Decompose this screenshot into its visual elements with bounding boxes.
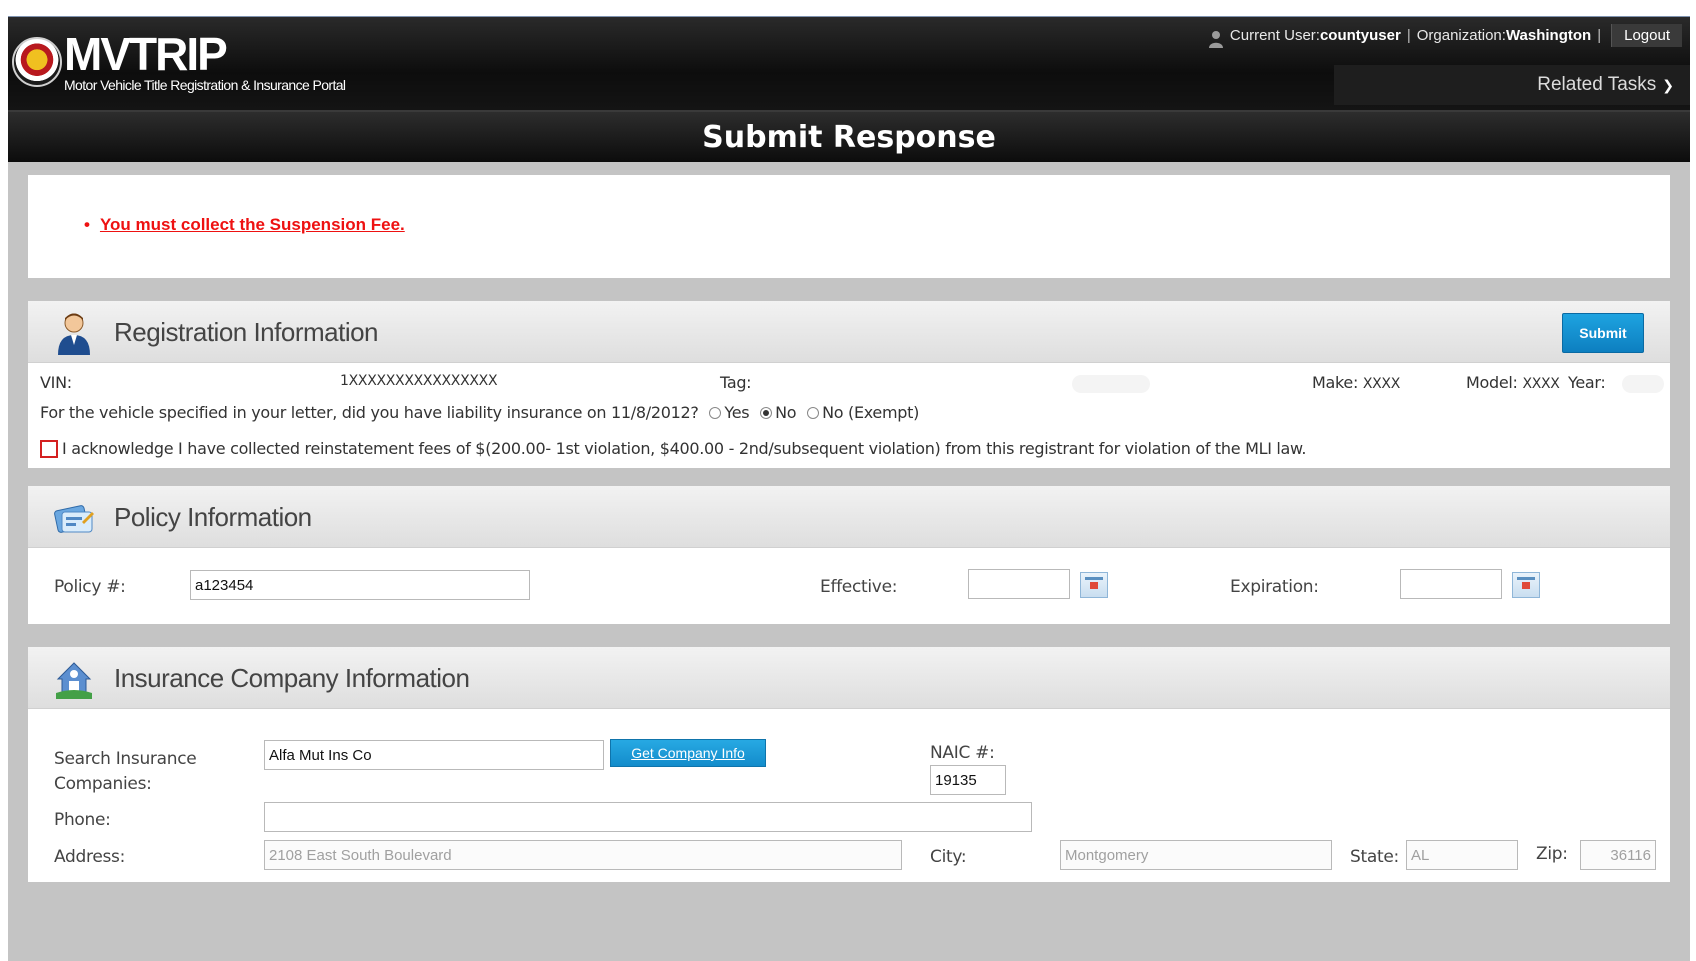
city-label: City: [930, 847, 967, 867]
tag-label: Tag: [720, 373, 752, 392]
registration-header: Registration Information Submit [28, 301, 1670, 363]
chevron-down-icon: ❯ [1662, 76, 1674, 93]
radio-yes[interactable] [709, 407, 722, 419]
zip-input[interactable] [1580, 840, 1656, 870]
calendar-icon[interactable] [1080, 572, 1108, 598]
policy-header: Policy Information [28, 486, 1670, 548]
current-user-value: countyuser [1319, 26, 1401, 44]
expiration-label: Expiration: [1230, 577, 1319, 597]
naic-input[interactable] [930, 765, 1006, 795]
redacted-year [1622, 375, 1664, 393]
app-window: MVTRIP Motor Vehicle Title Registration … [8, 16, 1690, 961]
acknowledge-checkbox[interactable] [40, 440, 58, 458]
policy-number-label: Policy #: [54, 577, 126, 597]
policy-title: Policy Information [114, 502, 312, 532]
divider: | [1406, 26, 1411, 44]
acknowledge-row: I acknowledge I have collected reinstate… [40, 439, 1306, 458]
title-bar: Submit Response [8, 110, 1690, 162]
model-value: XXXX [1522, 376, 1560, 392]
search-companies-label: Search Insurance Companies: [54, 747, 197, 797]
radio-no-exempt[interactable] [807, 407, 820, 419]
policy-number-input[interactable] [190, 570, 530, 600]
organization-label: Organization: [1416, 26, 1506, 44]
screenshot-frame: MVTRIP Motor Vehicle Title Registration … [0, 0, 1696, 961]
search-companies-label-line1: Search Insurance [54, 749, 197, 769]
year-label: Year: [1568, 373, 1606, 392]
logo-subtitle: Motor Vehicle Title Registration & Insur… [64, 77, 346, 93]
phone-label: Phone: [54, 810, 111, 830]
related-tasks-menu[interactable]: Related Tasks ❯ [1334, 65, 1690, 105]
error-message-link[interactable]: You must collect the Suspension Fee. [100, 215, 405, 234]
insurance-header: Insurance Company Information [28, 647, 1670, 709]
get-company-info-button[interactable]: Get Company Info [610, 739, 766, 767]
effective-label: Effective: [820, 577, 898, 597]
header: MVTRIP Motor Vehicle Title Registration … [8, 17, 1690, 110]
state-label: State: [1350, 847, 1399, 867]
search-companies-label-line2: Companies: [54, 774, 152, 794]
state-input[interactable] [1406, 840, 1518, 870]
error-panel: • You must collect the Suspension Fee. [28, 175, 1670, 278]
related-tasks-label: Related Tasks [1537, 74, 1657, 95]
error-list: • You must collect the Suspension Fee. [84, 215, 405, 235]
effective-date-input[interactable] [968, 569, 1070, 599]
make-value: XXXX [1362, 376, 1401, 392]
user-icon [1208, 31, 1223, 48]
radio-no-label: No [775, 403, 797, 422]
search-companies-input[interactable] [264, 740, 604, 770]
vin-label: VIN: [40, 373, 72, 392]
zip-label: Zip: [1536, 844, 1568, 864]
insurance-question: For the vehicle specified in your letter… [40, 403, 699, 422]
calendar-icon[interactable] [1512, 572, 1540, 598]
radio-yes-label: Yes [724, 403, 750, 422]
model-field: Model: XXXX [1466, 373, 1560, 392]
registration-title: Registration Information [114, 317, 379, 347]
person-icon [58, 313, 90, 355]
current-user-label: Current User: [1229, 26, 1320, 44]
registration-panel: Registration Information Submit VIN: 1XX… [28, 301, 1670, 468]
insurance-house-icon [56, 662, 92, 699]
policy-panel: Policy Information Policy #: Effective: … [28, 486, 1670, 624]
phone-input[interactable] [264, 802, 1032, 832]
radio-no-exempt-label: No (Exempt) [822, 403, 920, 422]
insurance-panel: Insurance Company Information Search Ins… [28, 647, 1670, 882]
policy-card-icon [54, 505, 94, 533]
logout-button[interactable]: Logout [1611, 23, 1682, 47]
vin-value: 1XXXXXXXXXXXXXXXX [340, 373, 498, 389]
naic-label: NAIC #: [930, 743, 995, 763]
expiration-date-input[interactable] [1400, 569, 1502, 599]
model-label: Model: [1466, 373, 1518, 392]
organization-value: Washington [1505, 26, 1592, 44]
page-title: Submit Response [702, 119, 996, 155]
insurance-title: Insurance Company Information [114, 663, 470, 693]
radio-no[interactable] [760, 407, 773, 419]
address-label: Address: [54, 847, 126, 867]
redacted-tag [1072, 375, 1150, 393]
logo-seal-icon [12, 37, 62, 87]
submit-button[interactable]: Submit [1562, 313, 1644, 353]
divider: | [1597, 26, 1602, 44]
logo-title: MVTRIP [64, 28, 228, 80]
insurance-question-row: For the vehicle specified in your letter… [40, 403, 919, 422]
address-input[interactable] [264, 840, 902, 870]
make-label: Make: [1312, 373, 1359, 392]
bullet: • [84, 215, 90, 234]
acknowledge-text: I acknowledge I have collected reinstate… [62, 439, 1307, 458]
user-bar: Current User: countyuser | Organization:… [1208, 23, 1682, 48]
make-field: Make: XXXX [1312, 373, 1400, 392]
city-input[interactable] [1060, 840, 1332, 870]
